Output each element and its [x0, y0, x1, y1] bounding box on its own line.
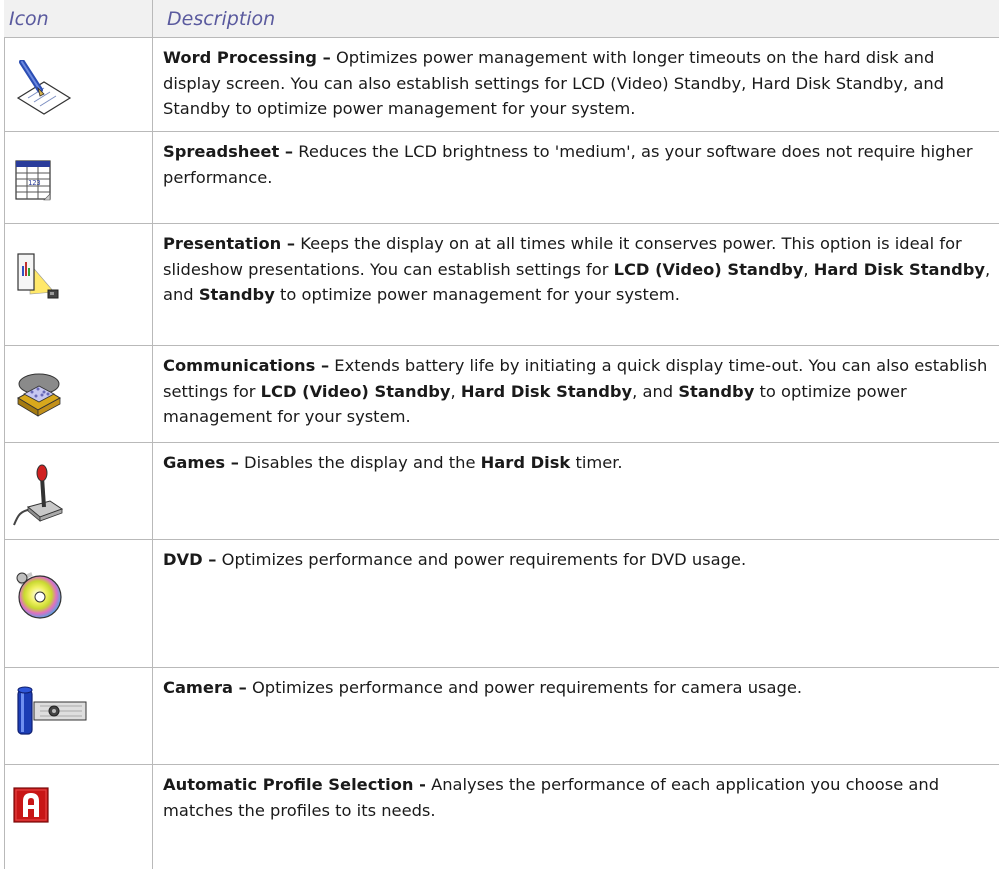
dvd-disc-icon [4, 540, 152, 667]
description-bold-text: Camera – [163, 678, 247, 697]
description-bold-text: Presentation – [163, 234, 296, 253]
row-description: DVD – Optimizes performance and power re… [163, 547, 995, 573]
description-text: timer. [570, 453, 623, 472]
presentation-icon [4, 224, 152, 345]
table-header: Icon Description [4, 0, 999, 38]
row-description: Games – Disables the display and the Har… [163, 450, 995, 476]
description-text: , [803, 259, 814, 279]
row-description: Automatic Profile Selection - Analyses t… [163, 772, 995, 823]
automatic-profile-icon [4, 765, 152, 869]
description-bold-text: Hard Disk Standby [813, 259, 986, 279]
table-row: Camera – Optimizes performance and power… [4, 668, 999, 765]
description-bold-text: Hard Disk [480, 453, 571, 472]
description-text: , and [632, 381, 679, 401]
description-text: , [450, 381, 461, 401]
table-row: Automatic Profile Selection - Analyses t… [4, 765, 999, 869]
description-text: to optimize power management for your sy… [274, 285, 680, 304]
communications-icon [4, 346, 152, 442]
description-bold-text: LCD (Video) Standby [260, 381, 451, 401]
row-description: Communications – Extends battery life by… [163, 353, 995, 430]
description-bold-text: DVD – [163, 550, 217, 569]
table-row: 123 Spreadsheet – Reduces the LCD bright… [4, 132, 999, 224]
column-divider [152, 0, 153, 869]
word-processing-icon [4, 38, 152, 131]
header-icon-column: Icon [9, 8, 49, 30]
row-description: Presentation – Keeps the display on at a… [163, 231, 995, 308]
table-row: Word Processing – Optimizes power manage… [4, 38, 999, 132]
description-bold-text: Standby [198, 285, 275, 304]
description-bold-text: Automatic Profile Selection - [163, 775, 426, 794]
spreadsheet-icon: 123 [4, 132, 152, 223]
table-row: DVD – Optimizes performance and power re… [4, 540, 999, 668]
camera-icon [4, 668, 152, 764]
description-bold-text: Standby [678, 381, 755, 401]
description-bold-text: Games – [163, 453, 239, 472]
description-text: Disables the display and the [238, 453, 481, 472]
table-row: Communications – Extends battery life by… [4, 346, 999, 443]
description-bold-text: LCD (Video) Standby [613, 259, 804, 279]
svg-text:123: 123 [28, 179, 41, 187]
row-description: Spreadsheet – Reduces the LCD brightness… [163, 139, 995, 190]
description-bold-text: Communications – [163, 356, 330, 375]
row-description: Word Processing – Optimizes power manage… [163, 45, 995, 122]
games-joystick-icon [4, 443, 152, 539]
description-bold-text: Spreadsheet – [163, 142, 294, 161]
description-text: Optimizes performance and power requirem… [246, 678, 803, 697]
description-bold-text: Word Processing – [163, 48, 331, 67]
header-description-column: Description [167, 8, 276, 30]
description-text: Optimizes performance and power requirem… [216, 550, 747, 569]
row-description: Camera – Optimizes performance and power… [163, 675, 995, 701]
table-row: Presentation – Keeps the display on at a… [4, 224, 999, 346]
table-row: Games – Disables the display and the Har… [4, 443, 999, 540]
description-bold-text: Hard Disk Standby [460, 381, 633, 401]
